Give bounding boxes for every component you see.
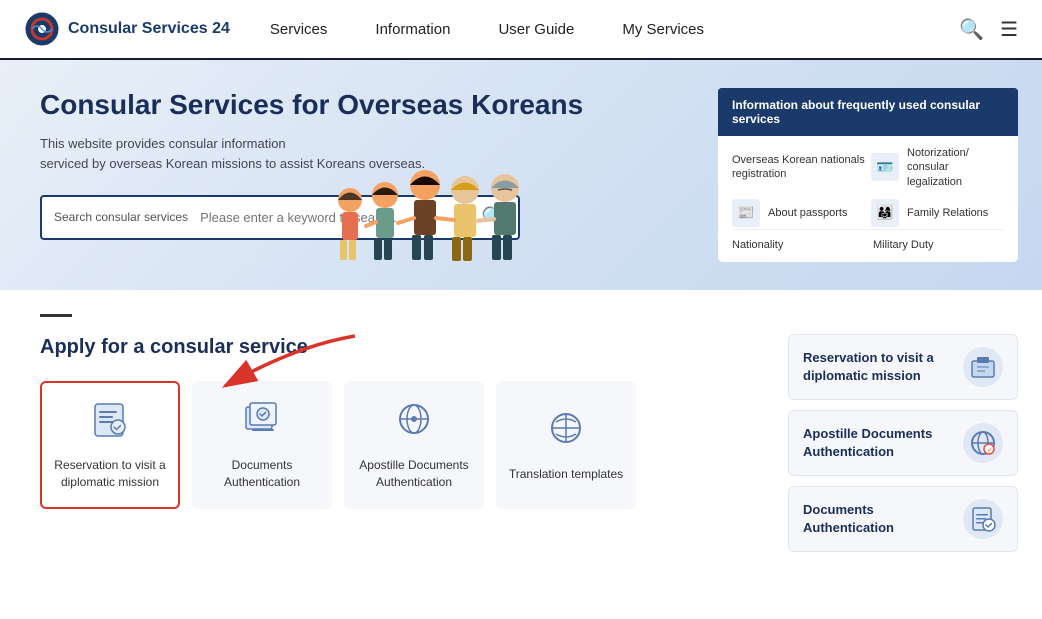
passports-icon: 📰 [732, 199, 760, 227]
search-label: Search consular services [54, 210, 188, 226]
info-card: Information about frequently used consul… [718, 88, 1018, 262]
service-card-label-3: Translation templates [509, 466, 623, 483]
sidebar-card-icon-0 [963, 347, 1003, 387]
info-label-passports: About passports [768, 206, 848, 220]
section-title: Apply for a consular service [40, 333, 768, 361]
service-card-reservation[interactable]: Reservation to visit a diplomatic missio… [40, 381, 180, 509]
hero-section: Consular Services for Overseas Koreans T… [0, 60, 1042, 290]
info-card-body: Overseas Korean nationals registration 🪪… [718, 136, 1018, 262]
service-card-apostille[interactable]: Apostille Documents Authentication [344, 381, 484, 509]
sidebar-card-icon-1: ✓ [963, 423, 1003, 463]
service-card-translation[interactable]: Translation templates [496, 381, 636, 509]
info-nationality[interactable]: Nationality [732, 238, 863, 252]
service-card-label-1: Documents Authentication [204, 457, 320, 491]
info-bottom-row: Nationality Military Duty [732, 238, 1004, 252]
nav-user-guide[interactable]: User Guide [498, 13, 574, 46]
svg-text:✓: ✓ [987, 447, 993, 454]
reservation-icon [90, 399, 130, 447]
service-cards: Reservation to visit a diplomatic missio… [40, 381, 768, 509]
info-label-notorization: Notorization/ consular legalization [907, 146, 1004, 189]
service-card-label-0: Reservation to visit a diplomatic missio… [52, 457, 168, 491]
sidebar-card-0[interactable]: Reservation to visit a diplomatic missio… [788, 334, 1018, 400]
sidebar-card-label-2: Documents Authentication [803, 501, 953, 537]
documents-icon [242, 399, 282, 447]
info-item-registration[interactable]: Overseas Korean nationals registration [732, 146, 865, 189]
info-item-notorization[interactable]: 🪪 Notorization/ consular legalization [871, 146, 1004, 189]
hero-content: Consular Services for Overseas Koreans T… [40, 88, 698, 262]
family-icon: 👨‍👩‍👧 [871, 199, 899, 227]
info-military[interactable]: Military Duty [873, 238, 1004, 252]
sidebar-card-1[interactable]: Apostille Documents Authentication ✓ [788, 410, 1018, 476]
info-grid: Overseas Korean nationals registration 🪪… [732, 146, 1004, 227]
search-icon[interactable]: 🔍 [959, 17, 984, 42]
sidebar-card-2[interactable]: Documents Authentication [788, 486, 1018, 552]
logo-icon [24, 11, 60, 47]
sidebar-card-label-1: Apostille Documents Authentication [803, 425, 953, 461]
nav-information[interactable]: Information [375, 13, 450, 46]
logo-text: Consular Services 24 [68, 20, 230, 38]
info-card-title: Information about frequently used consul… [732, 98, 1004, 126]
menu-icon[interactable]: ☰ [1000, 17, 1018, 42]
header-icons: 🔍 ☰ [959, 17, 1018, 42]
main-right-sidebar: Reservation to visit a diplomatic missio… [788, 334, 1018, 552]
people-illustration [330, 140, 550, 290]
info-label-military: Military Duty [873, 238, 934, 252]
apostille-icon [394, 399, 434, 447]
translation-icon [546, 408, 586, 456]
sidebar-card-icon-2 [963, 499, 1003, 539]
info-label-family: Family Relations [907, 206, 988, 220]
info-card-header: Information about frequently used consul… [718, 88, 1018, 136]
sidebar-card-label-0: Reservation to visit a diplomatic missio… [803, 349, 953, 385]
info-divider [732, 229, 1004, 230]
service-card-label-2: Apostille Documents Authentication [356, 457, 472, 491]
header: Consular Services 24 Services Informatio… [0, 0, 1042, 60]
main-nav: Services Information User Guide My Servi… [270, 13, 959, 46]
hero-title: Consular Services for Overseas Koreans [40, 88, 698, 122]
info-label-nationality: Nationality [732, 238, 783, 252]
logo[interactable]: Consular Services 24 [24, 11, 230, 47]
info-item-passports[interactable]: 📰 About passports [732, 199, 865, 227]
notorization-icon: 🪪 [871, 153, 899, 181]
info-item-family[interactable]: 👨‍👩‍👧 Family Relations [871, 199, 1004, 227]
red-arrow [195, 326, 375, 396]
main-content: Apply for a consular service [0, 290, 1042, 576]
section-divider [40, 314, 72, 317]
nav-services[interactable]: Services [270, 13, 328, 46]
nav-my-services[interactable]: My Services [622, 13, 704, 46]
main-left: Apply for a consular service [40, 314, 768, 552]
service-card-documents[interactable]: Documents Authentication [192, 381, 332, 509]
info-label-registration: Overseas Korean nationals registration [732, 153, 865, 182]
